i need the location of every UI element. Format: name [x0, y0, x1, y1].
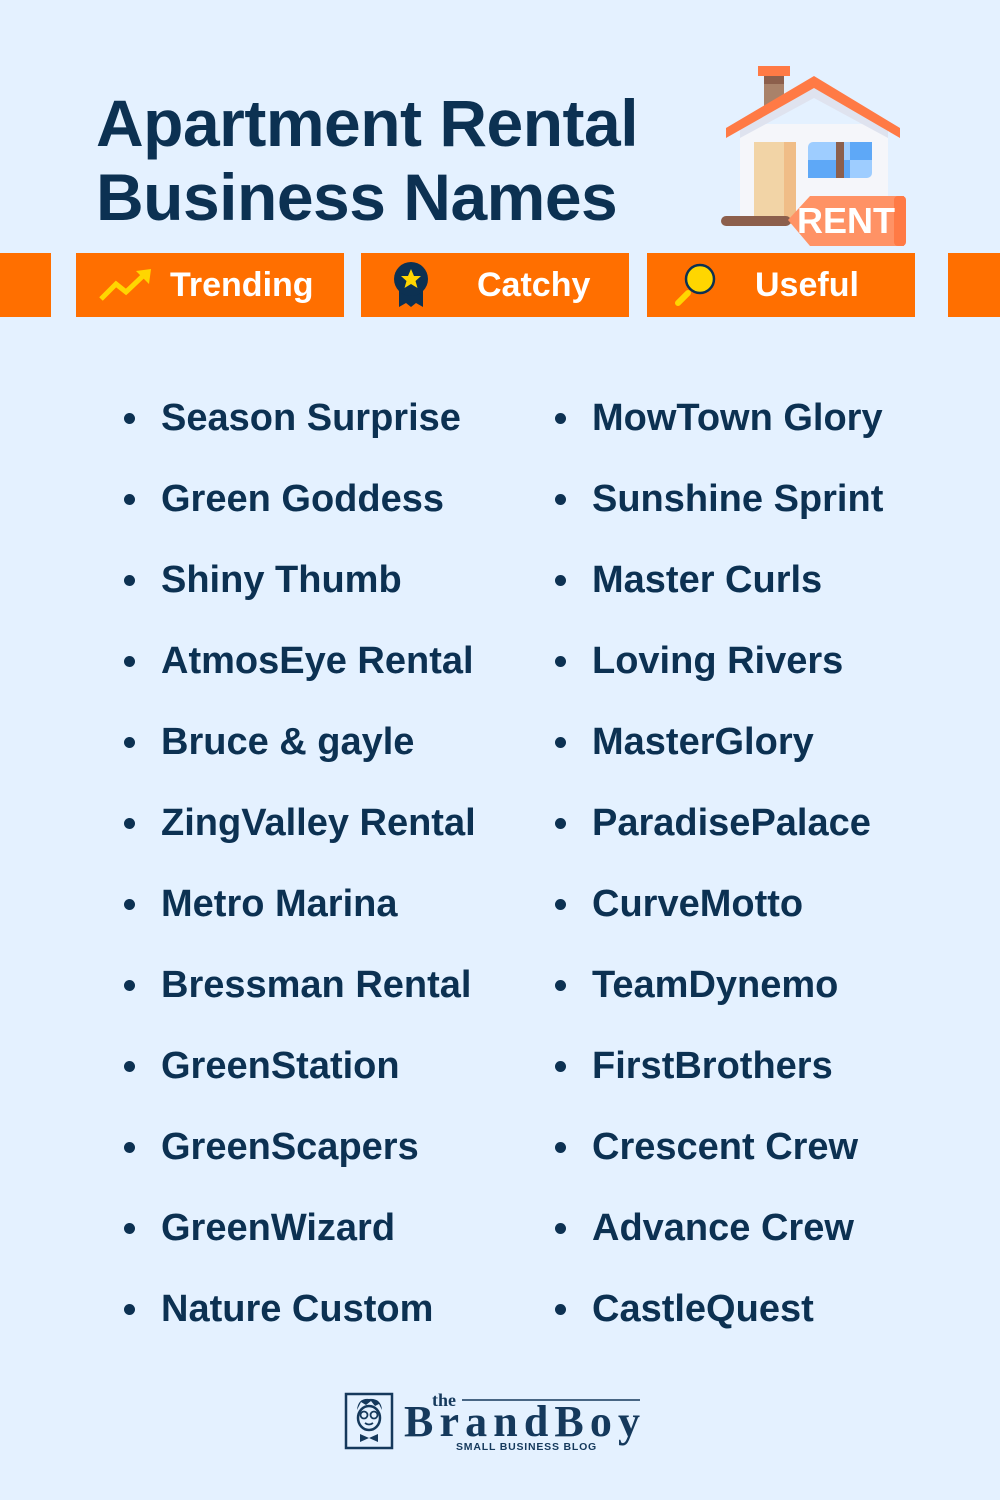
names-list-right: MowTown Glory Sunshine Sprint Master Cur… [555, 378, 883, 1350]
title-line-2: Business Names [96, 160, 618, 234]
brandboy-logo: the BrandBoy SMALL BUSINESS BLOG [344, 1390, 640, 1453]
name-text: Green Goddess [161, 478, 444, 520]
bullet [555, 1061, 566, 1072]
brand-name-text: BrandBoy [404, 1397, 640, 1446]
list-item: Master Curls [555, 540, 883, 621]
name-text: GreenScapers [161, 1126, 419, 1168]
bullet [555, 413, 566, 424]
mascot-icon [344, 1392, 394, 1450]
bullet [555, 494, 566, 505]
list-item: AtmosEye Rental [124, 621, 476, 702]
list-item: CastleQuest [555, 1269, 883, 1350]
tag-label: Trending [170, 265, 314, 304]
band-right-stub [948, 253, 1000, 317]
list-item: GreenStation [124, 1026, 476, 1107]
names-list-left: Season Surprise Green Goddess Shiny Thum… [124, 378, 476, 1350]
bullet [124, 1061, 135, 1072]
bullet [124, 899, 135, 910]
tag-trending: Trending [76, 253, 344, 317]
name-text: AtmosEye Rental [161, 640, 474, 682]
bullet [124, 818, 135, 829]
list-item: Nature Custom [124, 1269, 476, 1350]
list-item: CurveMotto [555, 864, 883, 945]
list-item: Metro Marina [124, 864, 476, 945]
name-text: Shiny Thumb [161, 559, 402, 601]
tag-label: Catchy [477, 265, 591, 304]
bullet [124, 413, 135, 424]
bullet [124, 1304, 135, 1315]
name-text: Metro Marina [161, 883, 398, 925]
bullet [124, 1223, 135, 1234]
bullet [124, 1142, 135, 1153]
bullet [555, 737, 566, 748]
name-text: ZingValley Rental [161, 802, 476, 844]
name-text: Season Surprise [161, 397, 461, 439]
rent-sign-text: RENT [797, 200, 895, 241]
list-item: Green Goddess [124, 459, 476, 540]
bullet [555, 1223, 566, 1234]
name-text: Bruce & gayle [161, 721, 415, 763]
name-text: MowTown Glory [592, 397, 883, 439]
tag-catchy: Catchy [361, 253, 629, 317]
award-badge-icon [381, 260, 441, 310]
list-item: Loving Rivers [555, 621, 883, 702]
list-item: Sunshine Sprint [555, 459, 883, 540]
bullet [124, 494, 135, 505]
list-item: Advance Crew [555, 1188, 883, 1269]
house-for-rent-icon: RENT [721, 66, 906, 246]
bullet [555, 899, 566, 910]
bullet [555, 1304, 566, 1315]
list-item: Crescent Crew [555, 1107, 883, 1188]
tag-useful: Useful [647, 253, 915, 317]
name-text: CastleQuest [592, 1288, 814, 1330]
list-item: FirstBrothers [555, 1026, 883, 1107]
bullet [124, 980, 135, 991]
bullet [555, 656, 566, 667]
name-text: GreenStation [161, 1045, 400, 1087]
name-text: Advance Crew [592, 1207, 854, 1249]
bullet [555, 1142, 566, 1153]
name-text: Nature Custom [161, 1288, 434, 1330]
name-text: ParadisePalace [592, 802, 871, 844]
list-item: MowTown Glory [555, 378, 883, 459]
list-item: MasterGlory [555, 702, 883, 783]
name-text: GreenWizard [161, 1207, 396, 1249]
list-item: GreenWizard [124, 1188, 476, 1269]
brand-tagline-text: SMALL BUSINESS BLOG [456, 1441, 597, 1453]
bullet [555, 818, 566, 829]
bullet [124, 575, 135, 586]
name-text: FirstBrothers [592, 1045, 833, 1087]
list-item: Shiny Thumb [124, 540, 476, 621]
list-item: GreenScapers [124, 1107, 476, 1188]
name-text: Loving Rivers [592, 640, 844, 682]
band-left-stub [0, 253, 51, 317]
list-item: Season Surprise [124, 378, 476, 459]
bullet [124, 737, 135, 748]
bullet [124, 656, 135, 667]
name-text: Sunshine Sprint [592, 478, 884, 520]
tag-label: Useful [755, 265, 859, 304]
name-text: CurveMotto [592, 883, 804, 925]
list-item: Bressman Rental [124, 945, 476, 1026]
name-text: Bressman Rental [161, 964, 472, 1006]
bullet [555, 575, 566, 586]
list-item: ZingValley Rental [124, 783, 476, 864]
trending-up-icon [96, 260, 156, 310]
list-item: Bruce & gayle [124, 702, 476, 783]
bullet [555, 980, 566, 991]
name-text: TeamDynemo [592, 964, 839, 1006]
name-text: Master Curls [592, 559, 823, 601]
magnifier-icon [665, 260, 725, 310]
list-item: ParadisePalace [555, 783, 883, 864]
title-line-1: Apartment Rental [96, 86, 639, 160]
list-item: TeamDynemo [555, 945, 883, 1026]
page-title: Apartment Rental Business Names [96, 86, 639, 234]
name-text: MasterGlory [592, 721, 814, 763]
name-text: Crescent Crew [592, 1126, 859, 1168]
